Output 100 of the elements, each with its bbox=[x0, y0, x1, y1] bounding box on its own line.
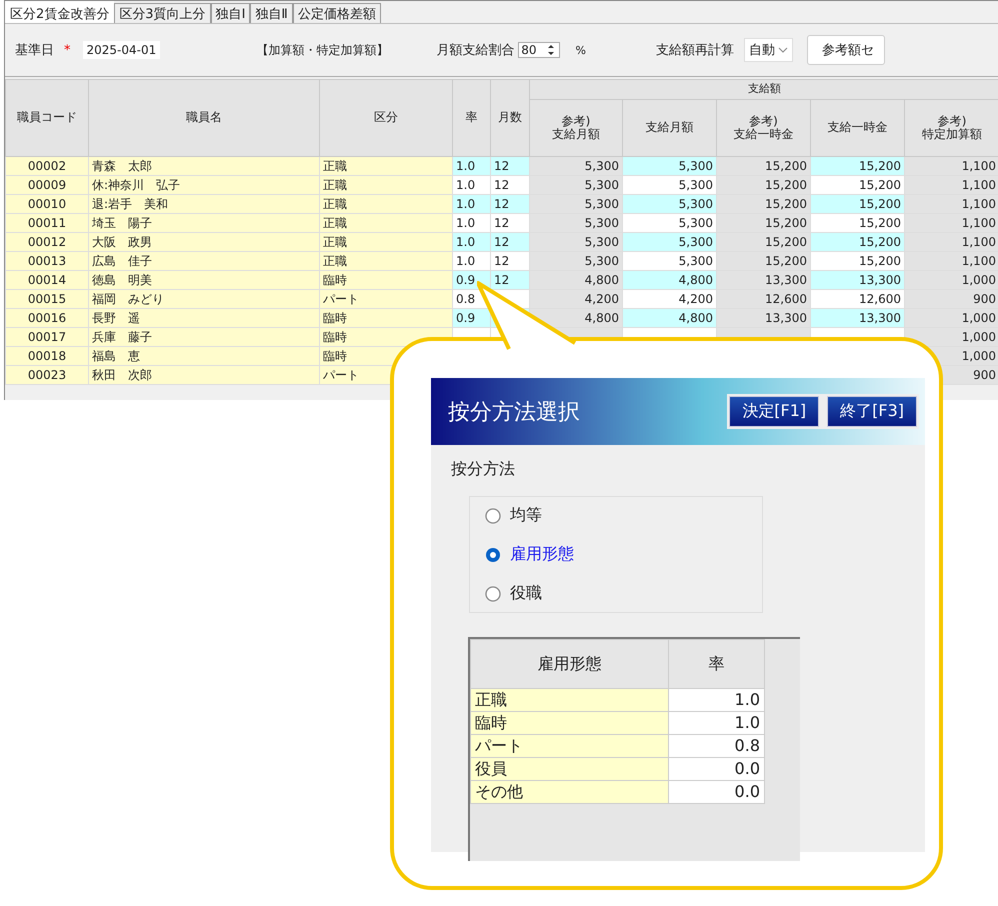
table-cell: 正職 bbox=[320, 252, 452, 270]
dialog-button[interactable]: 終了[F3] bbox=[827, 396, 917, 427]
radio-label[interactable]: 均等 bbox=[510, 505, 542, 526]
table-cell: 0.0 bbox=[668, 780, 764, 804]
table-cell: 1.0 bbox=[452, 156, 490, 176]
radio-label[interactable]: 雇用形態 bbox=[510, 544, 574, 565]
table-cell: 0.0 bbox=[668, 758, 764, 780]
recalc-label: 支給額再計算 bbox=[656, 42, 734, 59]
table-cell: 00002 bbox=[6, 156, 88, 176]
table-cell: 臨時 bbox=[320, 270, 452, 290]
table-cell: パート bbox=[320, 290, 452, 308]
table-cell: 5,300 bbox=[622, 214, 716, 232]
ratio-label: 月額支給割合 bbox=[436, 42, 514, 59]
table-cell: 1,100 bbox=[904, 156, 998, 176]
table-cell: 15,200 bbox=[810, 214, 904, 232]
table-cell: 正職 bbox=[470, 688, 668, 712]
table-cell: 5,300 bbox=[530, 176, 622, 194]
recalc-dropdown[interactable]: 自動 bbox=[744, 38, 793, 62]
table-cell: 5,300 bbox=[622, 252, 716, 270]
table-cell: 5,300 bbox=[530, 194, 622, 214]
dialog-button[interactable]: 決定[F1] bbox=[729, 396, 820, 427]
table-cell: 1,100 bbox=[904, 176, 998, 194]
tab[interactable]: 区分2賃金改善分 bbox=[5, 1, 114, 23]
table-cell: 00015 bbox=[6, 290, 88, 308]
table-cell: 正職 bbox=[320, 176, 452, 194]
tab[interactable]: 区分3質向上分 bbox=[114, 3, 211, 23]
table-cell: 00023 bbox=[6, 366, 88, 384]
tab[interactable]: 独自Ⅰ bbox=[210, 3, 250, 23]
table-cell: 900 bbox=[904, 290, 998, 308]
table-cell: 4,200 bbox=[530, 290, 622, 308]
base-date-label: 基準日 bbox=[15, 42, 54, 59]
table-cell: 00018 bbox=[6, 346, 88, 366]
table-cell: 臨時 bbox=[470, 712, 668, 734]
reference-button[interactable]: 参考額セ bbox=[806, 35, 885, 65]
table-cell: 0.9 bbox=[452, 308, 490, 328]
column-header: 職員名 bbox=[88, 80, 320, 156]
table-cell: 臨時 bbox=[320, 308, 452, 328]
column-header: 支給月額 bbox=[622, 100, 716, 156]
table-cell: 15,200 bbox=[716, 156, 810, 176]
table-cell: 1,000 bbox=[904, 270, 998, 290]
tab[interactable]: 独自Ⅱ bbox=[250, 3, 293, 23]
table-cell: 大阪 政男 bbox=[88, 232, 320, 252]
table-cell: 4,800 bbox=[530, 270, 622, 290]
table-cell: 4,800 bbox=[622, 308, 716, 328]
radio-button[interactable] bbox=[484, 584, 502, 602]
table-cell: 1.0 bbox=[668, 712, 764, 734]
table-cell: 12 bbox=[490, 252, 530, 270]
table-cell: 5,300 bbox=[622, 176, 716, 194]
table-cell: 12 bbox=[490, 194, 530, 214]
tab[interactable]: 公定価格差額 bbox=[292, 3, 381, 23]
table-cell: 正職 bbox=[320, 156, 452, 176]
table-cell: 1,100 bbox=[904, 214, 998, 232]
method-label: 按分方法 bbox=[451, 459, 516, 480]
column-header: 率 bbox=[452, 80, 490, 156]
table-cell: 13,300 bbox=[716, 270, 810, 290]
column-header: 月数 bbox=[490, 80, 530, 156]
table-cell: 15,200 bbox=[716, 252, 810, 270]
table-cell: 15,200 bbox=[716, 194, 810, 214]
table-cell: 秋田 次郎 bbox=[88, 366, 320, 384]
radio-label[interactable]: 役職 bbox=[510, 583, 542, 604]
table-cell: 00012 bbox=[6, 232, 88, 252]
caret-icon bbox=[778, 46, 788, 54]
ratio-spinner[interactable]: 80 bbox=[518, 42, 560, 58]
table-cell: 1,100 bbox=[904, 252, 998, 270]
table-cell: 13,300 bbox=[810, 270, 904, 290]
table-cell: 1,000 bbox=[904, 308, 998, 328]
date-field[interactable]: 2025-04-01 bbox=[82, 41, 160, 59]
table-cell: 埼玉 陽子 bbox=[88, 214, 320, 232]
table-cell: 0.8 bbox=[668, 734, 764, 758]
table-cell: 正職 bbox=[320, 232, 452, 252]
table-cell: 福岡 みどり bbox=[88, 290, 320, 308]
required-mark: * bbox=[64, 42, 70, 58]
radio-button[interactable] bbox=[484, 546, 502, 564]
dialog-title: 按分方法選択 bbox=[448, 398, 580, 426]
radio-button[interactable] bbox=[484, 506, 502, 524]
column-header: 職員コード bbox=[6, 80, 88, 156]
table-cell: 15,200 bbox=[810, 156, 904, 176]
percent-unit: % bbox=[576, 44, 586, 56]
table-cell: 13,300 bbox=[810, 308, 904, 328]
table-cell: 徳島 明美 bbox=[88, 270, 320, 290]
table-cell: 正職 bbox=[320, 194, 452, 214]
table-cell: 5,300 bbox=[530, 214, 622, 232]
section-label: 【加算額・特定加算額】 bbox=[256, 42, 388, 58]
table-cell: 4,800 bbox=[622, 270, 716, 290]
table-cell: 12 bbox=[490, 156, 530, 176]
table-cell: 00016 bbox=[6, 308, 88, 328]
table-cell: 00014 bbox=[6, 270, 88, 290]
table-cell: 4,200 bbox=[622, 290, 716, 308]
table-cell: 5,300 bbox=[530, 232, 622, 252]
table-cell: 退:岩手 美和 bbox=[88, 194, 320, 214]
table-cell: 12,600 bbox=[716, 290, 810, 308]
table-cell: 00013 bbox=[6, 252, 88, 270]
table-cell: 役員 bbox=[470, 758, 668, 780]
table-cell: 福島 恵 bbox=[88, 346, 320, 366]
table-cell: 1.0 bbox=[452, 214, 490, 232]
table-cell: その他 bbox=[470, 780, 668, 804]
table-cell: 15,200 bbox=[810, 252, 904, 270]
column-header: 雇用形態 bbox=[470, 640, 668, 688]
table-cell: 1,100 bbox=[904, 194, 998, 214]
table-cell: 1.0 bbox=[452, 232, 490, 252]
